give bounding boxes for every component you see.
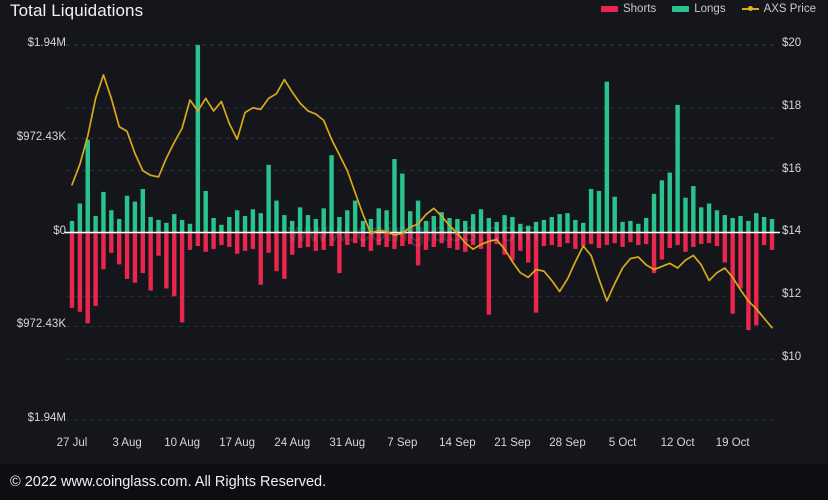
x-axis: 27 Jul 3 Aug 10 Aug 17 Aug 24 Aug 31 Aug 7 Sep… [0,437,828,455]
page-title: Total Liquidations [10,1,144,20]
y-left-tick-label: $972.43K [16,318,66,331]
y-left-tick-label: $1.94M [27,37,66,49]
legend-label-longs: Longs [694,3,726,15]
chart-legend: Shorts Longs AXS Price [600,3,816,15]
y-right-tick-label: $18 [782,99,802,112]
y-right-tick-label: $16 [782,162,802,175]
shorts-swatch-icon [600,6,618,12]
chart-header: Total Liquidations Shorts Longs AXS Pric… [0,0,828,30]
x-axis-tick-label: 12 Oct [660,437,695,449]
x-axis-tick-label: 14 Sep [439,437,476,449]
chart-canvas [0,30,828,435]
y-right-tick-label: $14 [782,225,802,238]
x-axis-tick-label: 28 Sep [549,437,586,449]
y-left-tick-label: $0 [53,224,66,237]
x-axis-tick-label: 24 Aug [274,437,311,449]
x-axis-tick-label: 3 Aug [112,437,142,449]
legend-label-axs-price: AXS Price [763,3,816,15]
y-right-tick-label: $12 [782,288,802,301]
y-left-tick-label: $1.94M [27,412,66,424]
x-axis-tick-label: 31 Aug [329,437,366,449]
chart-plot-area: www.coinglass.com $1.94M$972.43K$0$972.4… [0,30,828,435]
x-axis-tick-label: 7 Sep [387,437,418,449]
price-line-swatch-icon [741,6,759,12]
legend-label-shorts: Shorts [622,3,657,15]
longs-swatch-icon [672,6,690,12]
copyright-text: © 2022 www.coinglass.com. All Rights Res… [10,474,327,490]
x-axis-tick-label: 5 Oct [608,437,637,449]
legend-item-shorts[interactable]: Shorts [600,3,657,15]
x-axis-tick-label: 19 Oct [715,437,750,449]
y-right-tick-label: $20 [782,37,802,49]
y-left-tick-label: $972.43K [16,130,66,143]
legend-item-longs[interactable]: Longs [672,3,726,15]
legend-item-axs-price[interactable]: AXS Price [741,3,816,15]
x-axis-tick-label: 17 Aug [219,437,256,449]
x-axis-tick-label: 27 Jul [56,437,88,449]
x-axis-tick-label: 21 Sep [494,437,531,449]
y-right-tick-label: $10 [782,351,802,364]
x-axis-tick-label: 10 Aug [164,437,201,449]
chart-footer: © 2022 www.coinglass.com. All Rights Res… [0,464,828,500]
chart-app: Total Liquidations Shorts Longs AXS Pric… [0,0,828,500]
